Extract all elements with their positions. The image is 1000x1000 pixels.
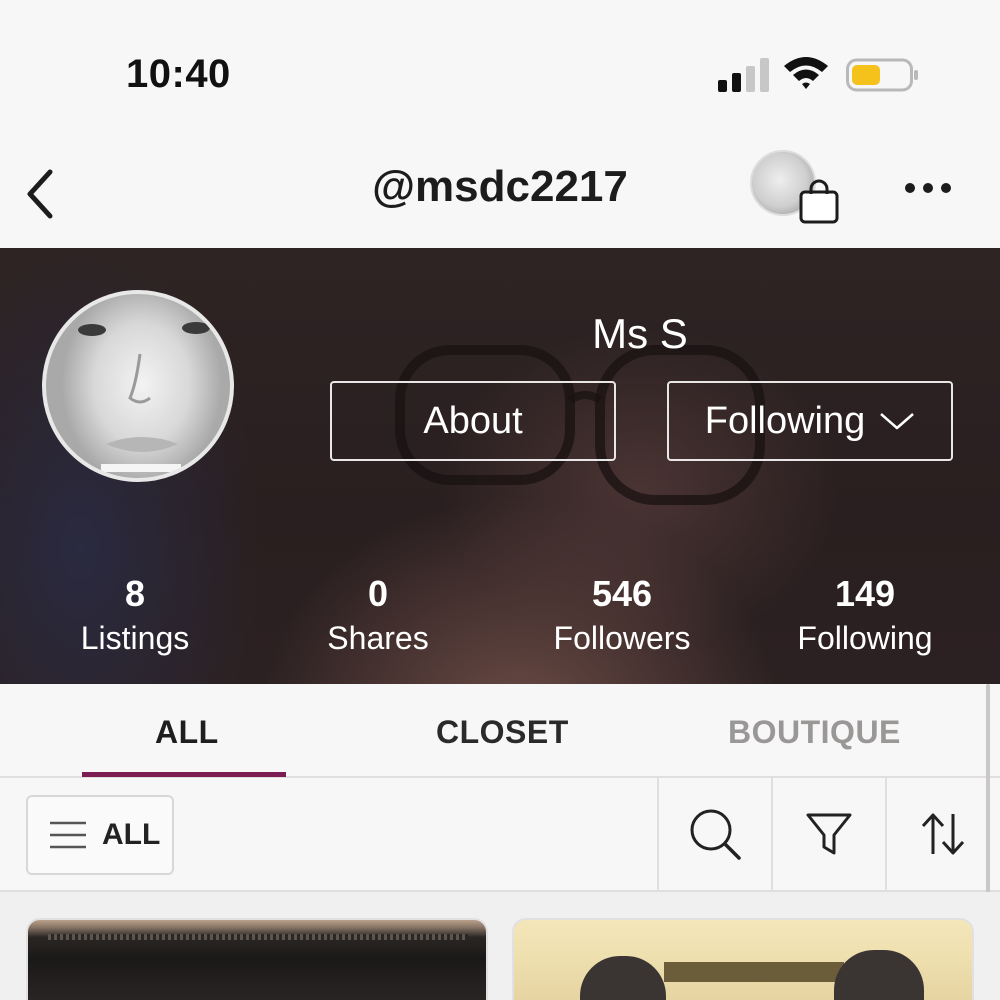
listing-card[interactable] bbox=[26, 918, 488, 1000]
stat-label: Followers bbox=[553, 620, 691, 656]
stat-label: Following bbox=[797, 620, 933, 656]
following-dropdown-button[interactable]: Following bbox=[667, 381, 953, 461]
stat-label: Listings bbox=[80, 620, 190, 656]
tab-closet[interactable]: CLOSET bbox=[436, 714, 569, 751]
sort-arrows-icon bbox=[921, 813, 965, 855]
category-filter-button[interactable]: ALL bbox=[26, 795, 174, 875]
battery-icon bbox=[846, 58, 918, 92]
profile-avatar[interactable] bbox=[42, 290, 234, 482]
listing-grid bbox=[0, 892, 1000, 1000]
menu-lines-icon bbox=[50, 821, 86, 849]
chevron-down-icon bbox=[880, 413, 915, 430]
category-filter-label: ALL bbox=[102, 818, 161, 851]
search-button[interactable] bbox=[657, 778, 771, 890]
profile-header: @msdc2217 bbox=[0, 120, 1000, 248]
stat-shares[interactable]: 0 Shares bbox=[278, 572, 478, 660]
active-tab-indicator bbox=[82, 772, 286, 777]
listing-image-detail bbox=[834, 950, 924, 1000]
stat-value: 149 bbox=[834, 573, 896, 614]
sort-button[interactable] bbox=[885, 778, 999, 890]
status-time: 10:40 bbox=[126, 52, 231, 96]
listing-card[interactable] bbox=[512, 918, 974, 1000]
page-title: @msdc2217 bbox=[372, 162, 628, 211]
closet-tabs: ALL CLOSET BOUTIQUE bbox=[0, 684, 1000, 778]
about-button[interactable]: About bbox=[330, 381, 616, 461]
filter-button[interactable] bbox=[771, 778, 885, 890]
search-icon bbox=[690, 809, 741, 860]
stat-listings[interactable]: 8 Listings bbox=[35, 572, 235, 660]
wifi-icon bbox=[784, 57, 828, 89]
stat-followers[interactable]: 546 Followers bbox=[522, 572, 722, 660]
stat-label: Shares bbox=[327, 620, 429, 656]
filter-funnel-icon bbox=[806, 813, 852, 855]
tab-boutique[interactable]: BOUTIQUE bbox=[728, 714, 901, 751]
cellular-signal-icon bbox=[718, 58, 769, 92]
listing-image bbox=[664, 962, 844, 982]
shopping-bag-icon[interactable] bbox=[798, 178, 842, 224]
stat-value: 546 bbox=[591, 573, 653, 614]
avatar-portrait bbox=[78, 322, 210, 472]
more-horizontal-icon[interactable] bbox=[902, 180, 954, 196]
listing-toolbar: ALL bbox=[0, 778, 1000, 892]
stat-following[interactable]: 149 Following bbox=[765, 572, 965, 660]
following-button-label: Following bbox=[704, 399, 866, 442]
about-button-label: About bbox=[423, 399, 523, 442]
stat-value: 8 bbox=[124, 573, 146, 614]
stat-value: 0 bbox=[367, 573, 389, 614]
listing-image-detail bbox=[580, 956, 666, 1000]
display-name: Ms S bbox=[592, 310, 688, 357]
tab-all[interactable]: ALL bbox=[155, 714, 219, 751]
listing-image bbox=[48, 934, 468, 940]
status-bar: 10:40 bbox=[0, 0, 1000, 120]
